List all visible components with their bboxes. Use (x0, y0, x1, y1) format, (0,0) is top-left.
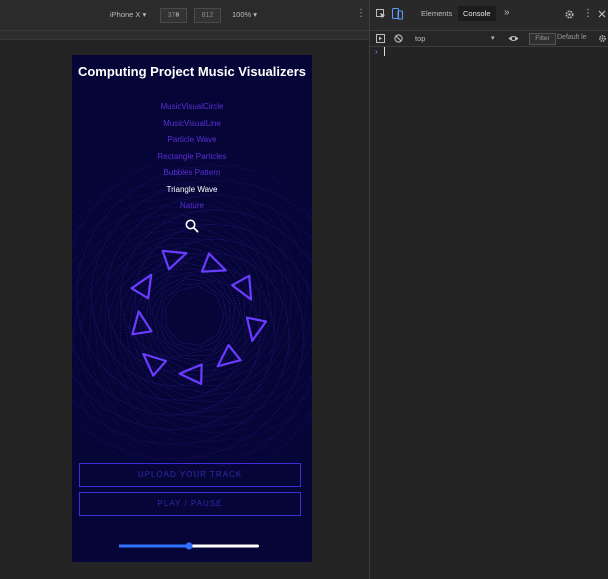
visualizer-triangle (231, 274, 253, 301)
menu-item[interactable]: Rectangle Particles (72, 152, 312, 161)
tab-elements[interactable]: Elements (421, 9, 452, 18)
visualizer-triangle (245, 316, 268, 342)
play-pause-button[interactable]: PLAY / PAUSE (79, 492, 301, 516)
console-prompt: › (375, 47, 378, 56)
device-viewport: Computing Project Music Visualizers Musi… (72, 55, 312, 562)
more-options-icon[interactable]: ⋮ (356, 8, 366, 19)
inspect-element-icon[interactable] (376, 9, 386, 19)
settings-gear-icon[interactable] (564, 9, 575, 20)
volume-slider[interactable] (119, 542, 259, 550)
tab-console[interactable]: Console (458, 6, 496, 21)
menu-item[interactable]: Bubbles Pattern (72, 168, 312, 177)
console-settings-icon[interactable] (598, 34, 607, 43)
eye-icon[interactable] (508, 34, 519, 43)
visualizer-triangle (142, 352, 168, 377)
filter-input[interactable]: Filter (529, 33, 556, 45)
device-select[interactable]: iPhone X ▾ (110, 10, 146, 19)
page-title: Computing Project Music Visualizers (77, 64, 307, 79)
visualizer-ring (120, 241, 268, 387)
devtools-panel: Elements Console » ⋮ top ▾ Filter Defaul… (369, 0, 608, 579)
visualizer-ring (152, 273, 236, 357)
visualizer-triangle (161, 249, 188, 271)
menu-item[interactable]: MusicVisualCircle (72, 102, 312, 111)
visualizer-ring (160, 283, 229, 351)
visualizer-triangle (131, 310, 153, 336)
visualizer-ring (139, 262, 246, 370)
menu-item[interactable]: Nature (72, 201, 312, 210)
visualizer-ring (155, 278, 231, 354)
context-dropdown-arrow[interactable]: ▾ (491, 34, 495, 42)
clear-console-icon[interactable] (394, 34, 403, 43)
more-tabs-icon[interactable]: » (504, 7, 510, 18)
media-query-ruler (0, 31, 369, 40)
width-field[interactable]: 375 (160, 8, 187, 23)
upload-track-button[interactable]: UPLOAD YOUR TRACK (79, 463, 301, 487)
device-toolbar-icon[interactable] (392, 8, 403, 20)
height-field[interactable]: 812 (194, 8, 221, 23)
sidebar-toggle-icon[interactable] (376, 34, 385, 43)
menu-item[interactable]: Particle Wave (72, 135, 312, 144)
visualizer-ring (144, 268, 244, 367)
log-levels-select[interactable]: Default lе (557, 34, 587, 41)
visualizer-ring (165, 285, 225, 346)
devtools-menu-icon[interactable]: ⋮ (583, 8, 593, 19)
console-input-caret[interactable] (384, 47, 385, 56)
search-icon[interactable] (184, 218, 200, 234)
visualizer-triangle (200, 252, 227, 273)
context-select[interactable]: top (415, 34, 425, 43)
visualizer-ring (72, 149, 312, 475)
dimension-separator: × (175, 10, 180, 19)
menu-item[interactable]: Triangle Wave (72, 185, 312, 194)
visualizer-triangle (216, 344, 242, 368)
close-icon[interactable] (598, 10, 606, 18)
zoom-select[interactable]: 100% ▾ (232, 10, 257, 19)
menu-item[interactable]: MusicVisualLine (72, 119, 312, 128)
